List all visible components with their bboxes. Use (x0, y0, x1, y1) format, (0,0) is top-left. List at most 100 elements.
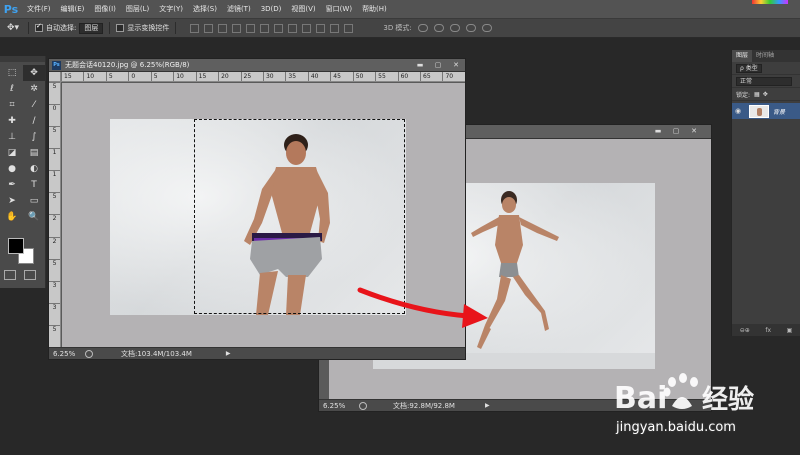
healing-tool-icon[interactable]: ✚ (1, 113, 23, 129)
shape-tool-icon[interactable]: ▭ (23, 193, 45, 209)
menu-image[interactable]: 图像(I) (89, 4, 121, 14)
magic-wand-tool-icon[interactable]: ✲ (23, 81, 45, 97)
dodge-tool-icon[interactable]: ◐ (23, 161, 45, 177)
svg-text:Bai: Bai (614, 381, 667, 416)
menu-file[interactable]: 文件(F) (22, 4, 56, 14)
3d-slide-icon[interactable] (465, 24, 476, 32)
menu-edit[interactable]: 编辑(E) (56, 4, 90, 14)
document-info: 文档:103.4M/103.4M (121, 349, 192, 358)
ps-document-icon: Ps (52, 60, 61, 70)
brush-tool-icon[interactable]: ∕ (23, 113, 45, 129)
link-layers-icon[interactable]: ⊖⊕ (740, 327, 750, 334)
move-tool-preset-icon[interactable]: ✥▾ (4, 21, 22, 35)
ruler-tick: 1 (49, 170, 60, 192)
zoom-level[interactable]: 6.25% (49, 350, 85, 358)
ruler-tick: 0 (128, 72, 150, 81)
info-icon[interactable] (85, 349, 93, 358)
tab-layers[interactable]: 图层 (732, 50, 753, 62)
distribute-left-icon[interactable] (316, 23, 326, 33)
lock-position-icon[interactable]: ✥ (763, 91, 768, 98)
distribute-bottom-icon[interactable] (302, 23, 312, 33)
3d-roll-icon[interactable] (433, 24, 444, 32)
ruler-tick: 35 (285, 72, 307, 81)
align-bottom-icon[interactable] (218, 23, 228, 33)
align-right-icon[interactable] (260, 23, 270, 33)
menu-filter[interactable]: 滤镜(T) (222, 4, 256, 14)
3d-scale-icon[interactable] (481, 24, 492, 32)
menu-help[interactable]: 帮助(H) (357, 4, 392, 14)
align-top-icon[interactable] (190, 23, 200, 33)
ruler-origin[interactable] (49, 72, 61, 82)
align-vcenter-icon[interactable] (204, 23, 214, 33)
ruler-tick: 50 (352, 72, 375, 81)
show-transform-label: 显示变换控件 (127, 24, 170, 32)
gradient-tool-icon[interactable]: ▤ (23, 145, 45, 161)
blur-tool-icon[interactable]: ● (1, 161, 23, 177)
ruler-tick: 45 (330, 72, 352, 81)
horizontal-ruler[interactable]: 15 10 5 0 5 10 15 20 25 30 35 40 45 50 5… (61, 72, 465, 82)
zoom-tool-icon[interactable]: 🔍 (23, 209, 45, 225)
auto-select-checkbox[interactable] (35, 22, 43, 32)
stamp-tool-icon[interactable]: ⊥ (1, 129, 23, 145)
divider (175, 22, 177, 34)
marquee-tool-icon[interactable]: ⬚ (1, 65, 23, 81)
move-tool-icon[interactable]: ✥ (23, 65, 45, 81)
visibility-eye-icon[interactable]: ◉ (735, 107, 745, 115)
blend-mode-dropdown[interactable]: 正常 (736, 76, 792, 86)
fx-icon[interactable]: fx (765, 327, 771, 334)
align-left-icon[interactable] (232, 23, 242, 33)
zoom-level[interactable]: 6.25% (319, 402, 355, 410)
foreground-color-swatch[interactable] (8, 238, 24, 254)
lock-row: 锁定: ▦ ✥ (732, 88, 800, 101)
status-menu-arrow-icon[interactable]: ▶ (226, 350, 231, 357)
menu-window[interactable]: 窗口(W) (321, 4, 357, 14)
type-tool-icon[interactable]: T (23, 177, 45, 193)
ruler-tick: 55 (375, 72, 397, 81)
restore-icon[interactable]: ▢ (671, 127, 681, 135)
info-icon[interactable] (359, 401, 367, 410)
eraser-tool-icon[interactable]: ◪ (1, 145, 23, 161)
close-icon[interactable]: ✕ (689, 127, 699, 135)
lock-pixels-icon[interactable]: ▦ (754, 91, 760, 98)
status-menu-arrow-icon[interactable]: ▶ (485, 402, 490, 409)
layer-filter-dropdown[interactable]: ρ 类型 (736, 63, 762, 73)
hand-tool-icon[interactable]: ✋ (1, 209, 23, 225)
ruler-tick: 25 (240, 72, 263, 81)
layer-row-background[interactable]: ◉ 背景 (732, 103, 800, 119)
blend-mode-row: 正常 (732, 75, 800, 88)
minimize-icon[interactable]: ▬ (653, 127, 663, 135)
minimize-icon[interactable]: ▬ (415, 61, 425, 69)
auto-select-dropdown[interactable]: 图层 (79, 22, 104, 34)
menu-type[interactable]: 文字(Y) (154, 4, 188, 14)
lasso-tool-icon[interactable]: ℓ (1, 81, 23, 97)
tools-panel: ⬚ ✥ ℓ ✲ ⌗ ⁄ ✚ ∕ ⊥ ∫ ◪ ▤ ● ◐ ✒ T ➤ ▭ ✋ 🔍 (0, 56, 46, 288)
close-icon[interactable]: ✕ (451, 61, 461, 69)
eyedropper-tool-icon[interactable]: ⁄ (23, 97, 45, 113)
tab-timeline[interactable]: 时间轴 (752, 50, 778, 62)
menu-3d[interactable]: 3D(D) (256, 5, 287, 13)
distribute-right-icon[interactable] (344, 23, 354, 33)
path-select-tool-icon[interactable]: ➤ (1, 193, 23, 209)
menu-view[interactable]: 视图(V) (286, 4, 320, 14)
3d-pan-icon[interactable] (449, 24, 460, 32)
ruler-tick: 20 (218, 72, 240, 81)
distribute-hcenter-icon[interactable] (330, 23, 340, 33)
menu-select[interactable]: 选择(S) (188, 4, 222, 14)
document-title-bar[interactable]: Ps 无题会话40120.jpg @ 6.25%(RGB/8) ▬ ▢ ✕ (49, 59, 465, 72)
align-hcenter-icon[interactable] (246, 23, 256, 33)
show-transform-checkbox[interactable] (116, 24, 125, 32)
restore-icon[interactable]: ▢ (433, 61, 443, 69)
distribute-top-icon[interactable] (274, 23, 284, 33)
menu-layer[interactable]: 图层(L) (121, 4, 154, 14)
ruler-tick: 5 (49, 192, 60, 214)
3d-rotate-icon[interactable] (417, 24, 428, 32)
quick-mask-icon[interactable] (4, 270, 16, 280)
pen-tool-icon[interactable]: ✒ (1, 177, 23, 193)
distribute-vcenter-icon[interactable] (288, 23, 298, 33)
document-title: 无题会话40120.jpg @ 6.25%(RGB/8) (65, 61, 190, 69)
vertical-ruler[interactable]: 5 0 5 1 1 5 2 2 5 3 3 5 (49, 82, 61, 347)
screen-mode-icon[interactable] (24, 270, 36, 280)
new-layer-icon[interactable]: ▣ (787, 327, 793, 334)
crop-tool-icon[interactable]: ⌗ (1, 97, 23, 113)
history-brush-tool-icon[interactable]: ∫ (23, 129, 45, 145)
